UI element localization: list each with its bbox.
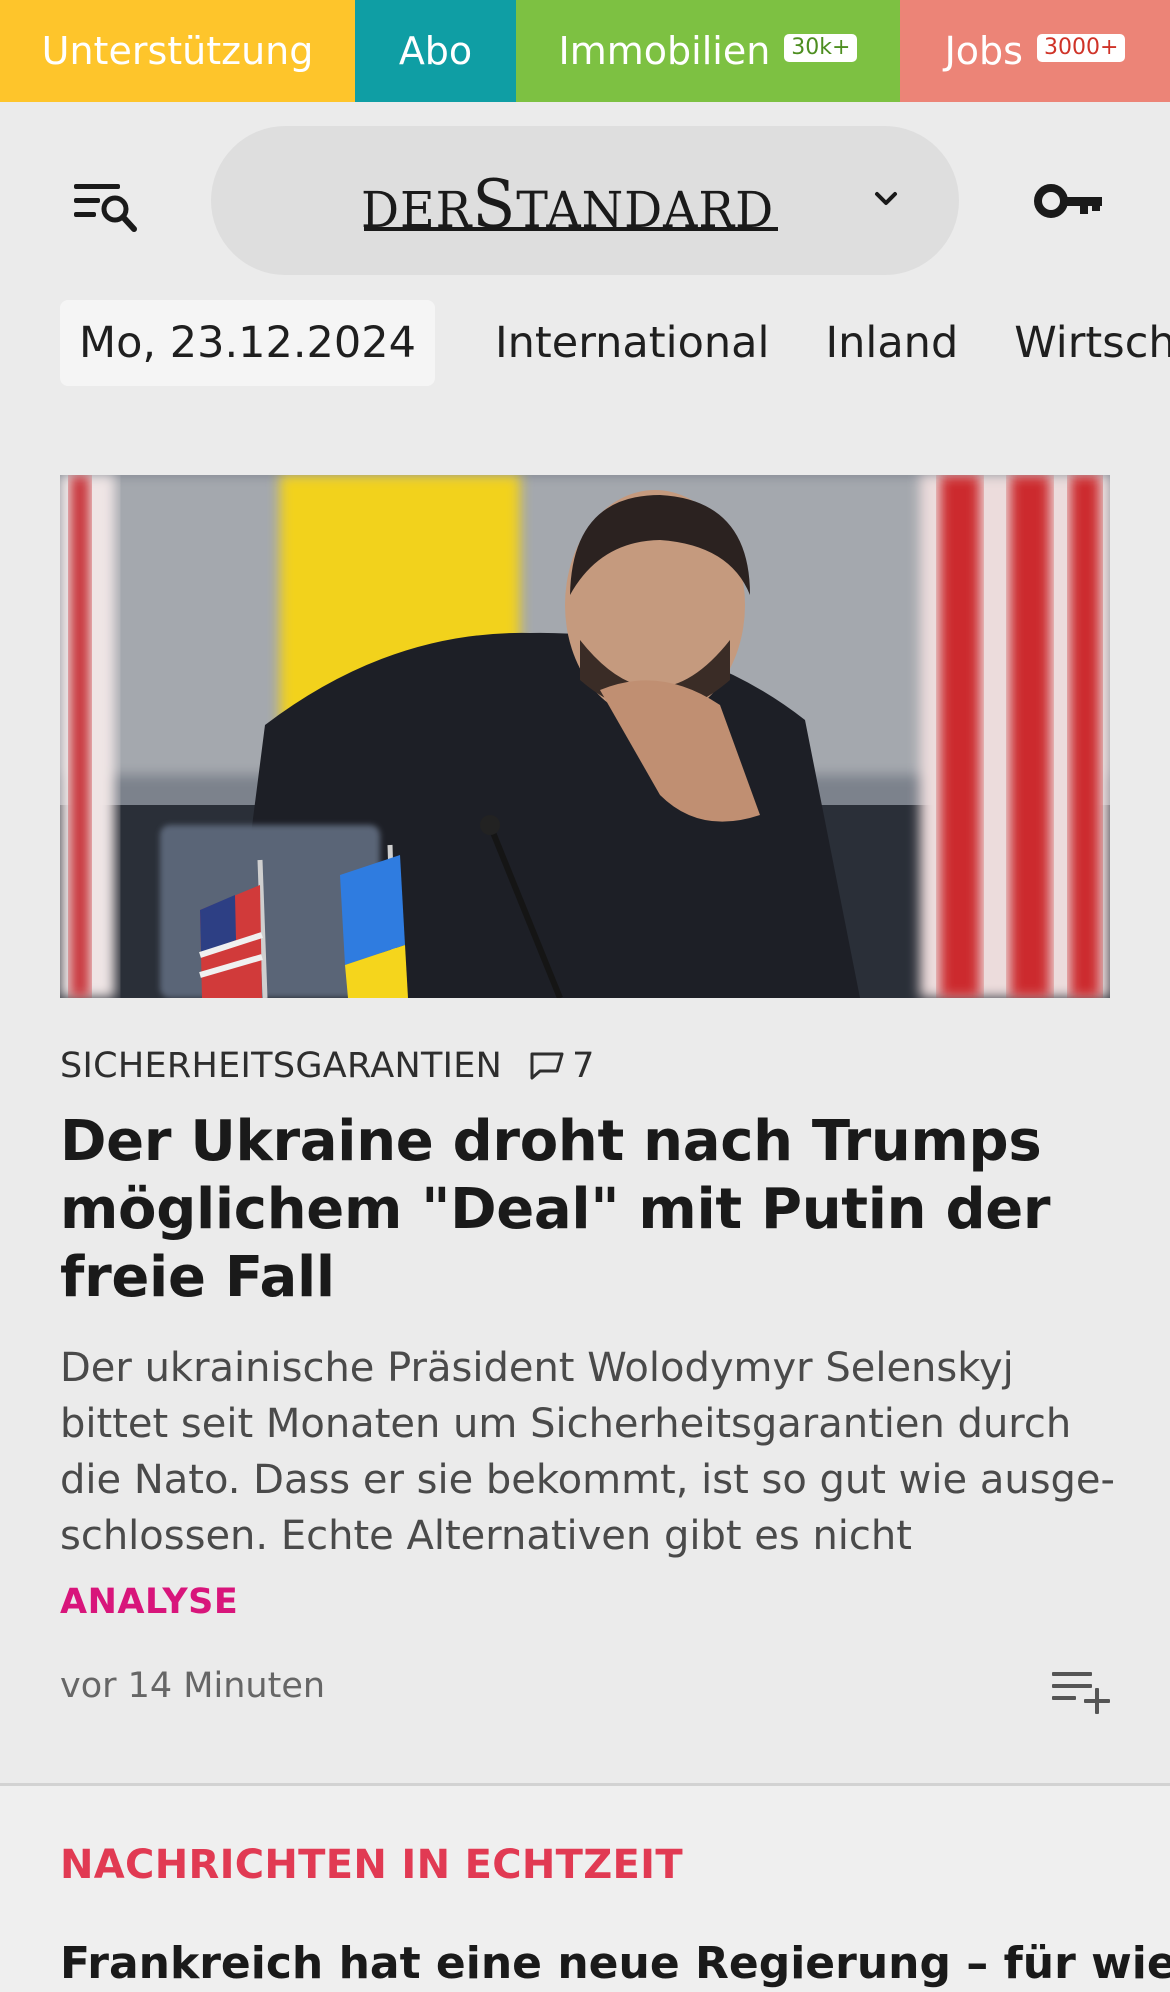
article-kicker: SICHERHEITSGARANTIEN [60, 1046, 503, 1086]
teaser-line: schlossen. Echte Alternativen gibt es ni… [60, 1513, 912, 1559]
nav-item-wirtschaft[interactable]: Wirtschaft [1014, 300, 1170, 386]
menu-search-icon[interactable] [72, 178, 140, 238]
immobilien-count-badge: 30k+ [784, 34, 858, 62]
article-hero-image[interactable] [60, 475, 1110, 998]
section-nav: International Inland Wirtschaft [495, 300, 1170, 386]
chevron-down-icon [875, 192, 897, 205]
jobs-label: Jobs [944, 29, 1023, 73]
article-genre-label: ANALYSE [60, 1582, 239, 1622]
service-bar: Unterstützung Abo Immobilien 30k+ Jobs 3… [0, 0, 1170, 102]
comment-icon [530, 1052, 564, 1080]
support-label: Unterstützung [41, 29, 314, 73]
live-news-headline[interactable]: Frankreich hat eine neue Regierung – für… [60, 1938, 1170, 1989]
live-news-title[interactable]: NACHRICHTEN IN ECHTZEIT [60, 1842, 683, 1888]
jobs-link[interactable]: Jobs 3000+ [900, 0, 1170, 102]
teaser-line: Der ukrainische Präsident Wolodymyr Sele… [60, 1345, 1014, 1391]
article-teaser: Der ukrainische Präsident Wolodymyr Sele… [60, 1340, 1120, 1564]
article-kicker-row: SICHERHEITSGARANTIEN 7 [60, 1042, 594, 1090]
comment-count[interactable]: 7 [572, 1046, 594, 1086]
immobilien-link[interactable]: Immobilien 30k+ [516, 0, 900, 102]
key-icon[interactable] [1034, 178, 1104, 224]
article-headline[interactable]: Der Ukraine droht nach Trumps möglichem … [60, 1108, 1110, 1312]
derstandard-logo: DERSTANDARD [361, 166, 775, 243]
logo-underline [364, 227, 778, 231]
support-link[interactable]: Unterstützung [0, 0, 355, 102]
add-to-list-icon[interactable] [1050, 1668, 1112, 1714]
nav-item-inland[interactable]: Inland [825, 300, 958, 386]
immobilien-label: Immobilien [558, 29, 771, 73]
jobs-count-badge: 3000+ [1036, 34, 1126, 62]
current-date: Mo, 23.12.2024 [60, 300, 435, 386]
teaser-line: die Nato. Dass er sie bekommt, ist so gu… [60, 1457, 1115, 1503]
abo-link[interactable]: Abo [355, 0, 516, 102]
nav-item-international[interactable]: International [495, 300, 769, 386]
logo-edition-selector[interactable]: DERSTANDARD [211, 126, 959, 275]
teaser-line: bittet seit Monaten um Sicherheitsgarant… [60, 1401, 1072, 1447]
article-timestamp: vor 14 Minuten [60, 1666, 326, 1706]
abo-label: Abo [398, 29, 473, 73]
live-news-section: NACHRICHTEN IN ECHTZEIT Frankreich hat e… [0, 1786, 1170, 1992]
